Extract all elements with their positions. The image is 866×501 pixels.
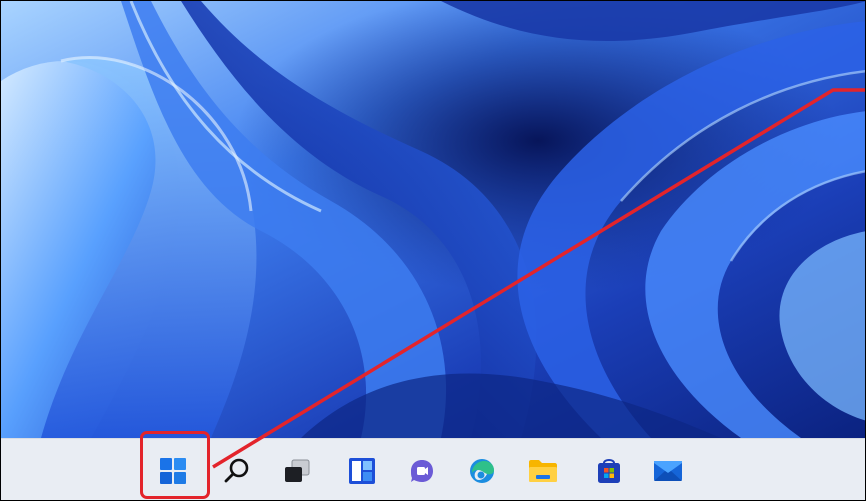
widgets-button[interactable] <box>342 451 382 491</box>
file-explorer-button[interactable] <box>523 451 563 491</box>
teams-chat-icon <box>411 460 433 482</box>
desktop-screen <box>0 0 866 501</box>
taskbar <box>1 438 865 500</box>
task-view-icon <box>285 459 310 482</box>
store-icon <box>598 459 620 483</box>
search-icon <box>224 458 249 483</box>
mail-icon <box>654 461 682 481</box>
windows-logo-icon <box>160 458 186 484</box>
folder-icon <box>529 460 557 482</box>
task-view-button[interactable] <box>277 451 317 491</box>
store-button[interactable] <box>589 451 629 491</box>
search-button[interactable] <box>217 451 257 491</box>
start-button[interactable] <box>153 451 193 491</box>
mail-button[interactable] <box>648 451 688 491</box>
widgets-icon <box>349 458 375 484</box>
edge-icon <box>470 459 494 483</box>
desktop-wallpaper <box>1 1 865 438</box>
chat-button[interactable] <box>402 451 442 491</box>
edge-button[interactable] <box>462 451 502 491</box>
